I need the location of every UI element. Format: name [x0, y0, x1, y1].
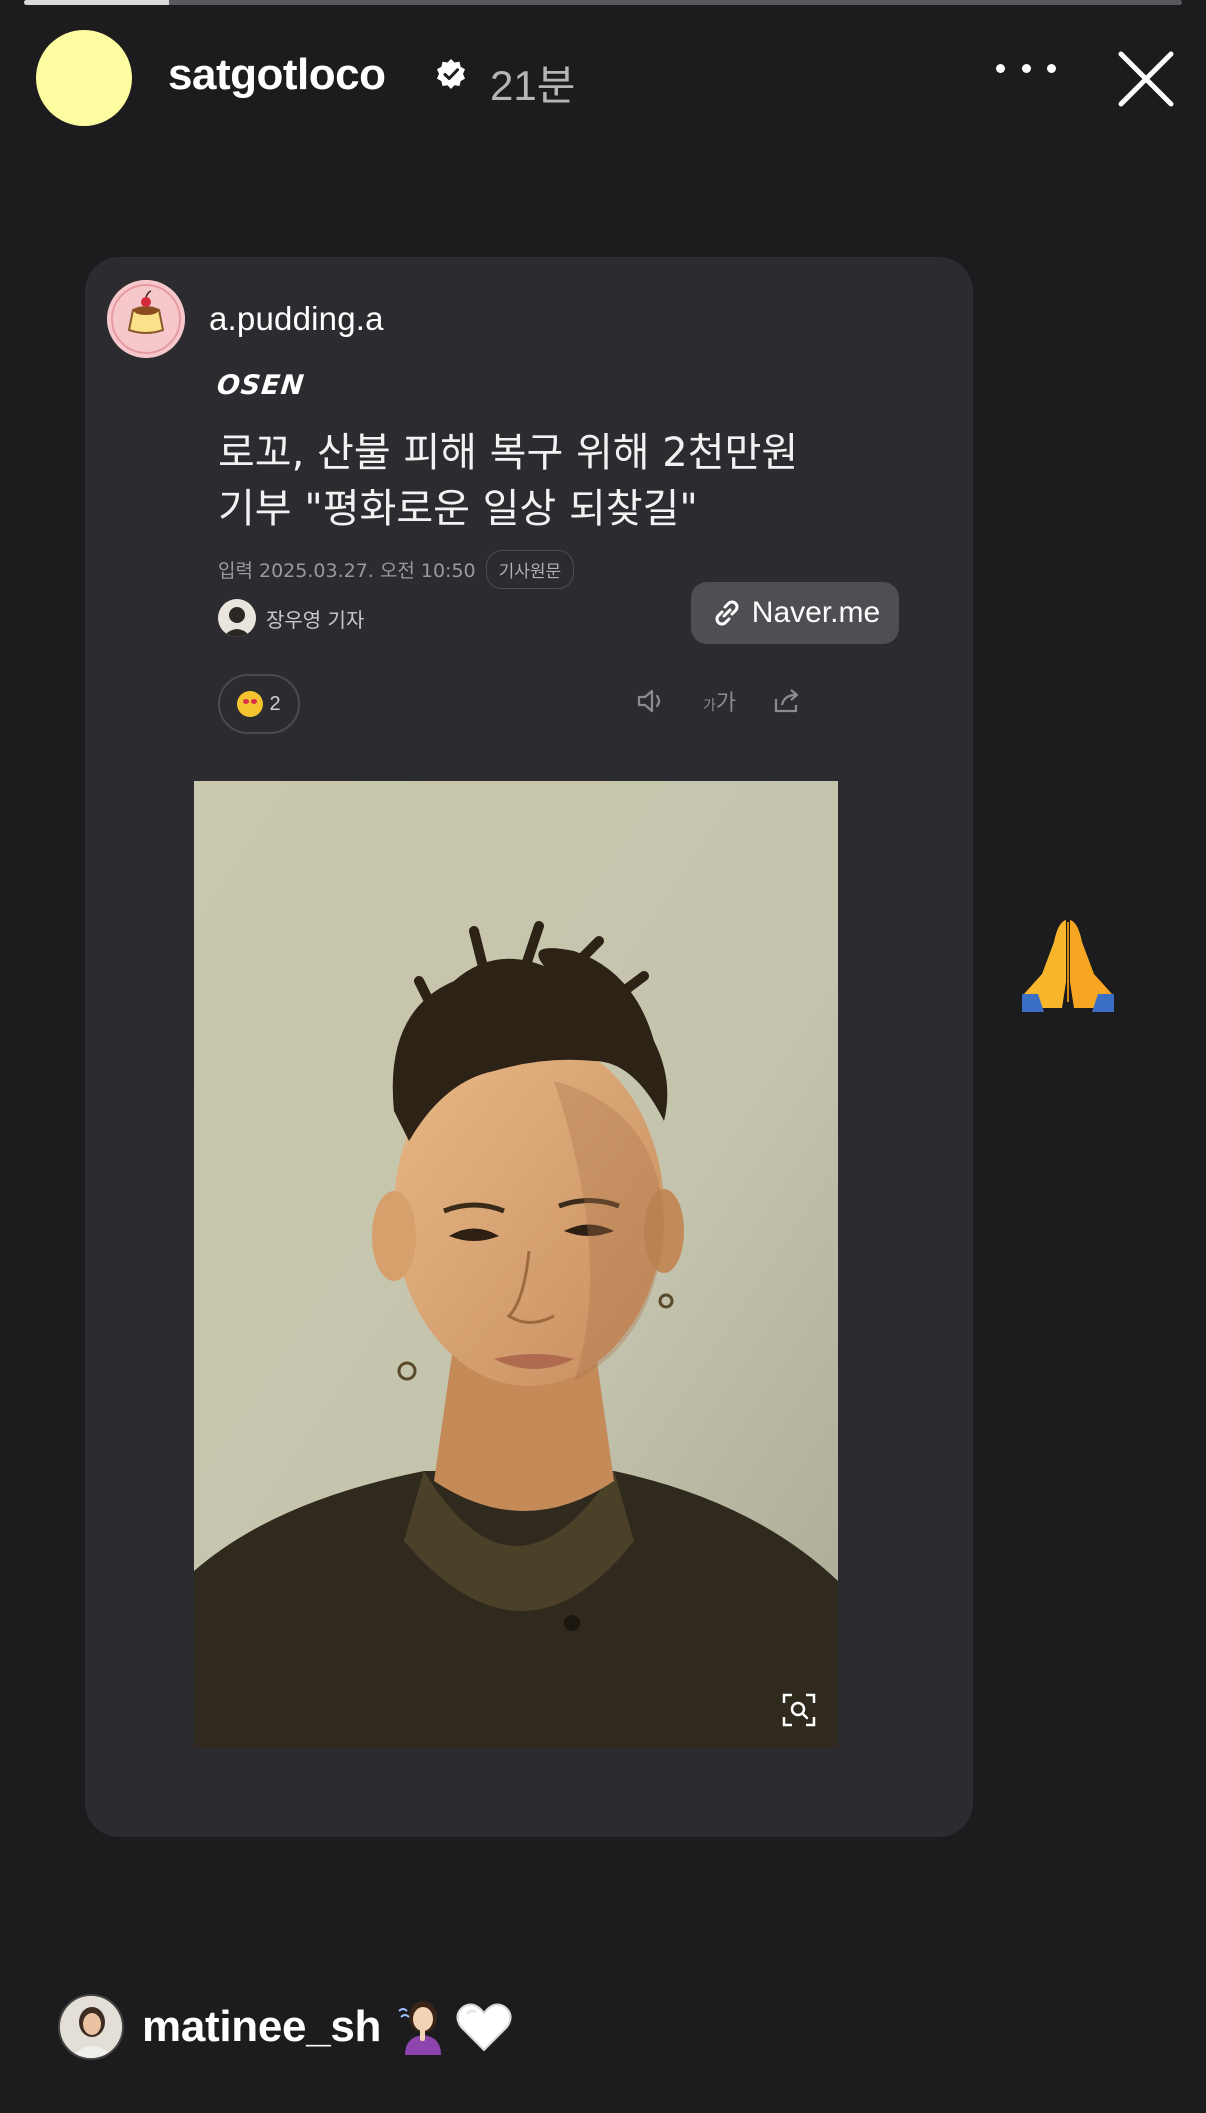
- folded-hands-emoji-icon: [1022, 920, 1114, 1012]
- link-icon: [715, 600, 739, 626]
- font-size-small-label: 가: [703, 698, 716, 714]
- mention-avatar[interactable]: [58, 1994, 124, 2060]
- original-article-button[interactable]: 기사원문: [485, 550, 575, 589]
- mention-username[interactable]: matinee_sh: [142, 2002, 381, 2052]
- close-icon[interactable]: [1115, 48, 1177, 110]
- font-size-large-label: 가: [715, 691, 737, 716]
- article-date: 입력 2025.03.27. 오전 10:50 기사원문: [218, 550, 575, 589]
- link-sticker[interactable]: Naver.me: [691, 582, 899, 644]
- article-date-text: 입력 2025.03.27. 오전 10:50: [218, 560, 476, 582]
- shared-post-username[interactable]: a.pudding.a: [209, 300, 384, 338]
- article-toolbar: 가가: [635, 685, 804, 717]
- shared-post-card[interactable]: a.pudding.a OSEN 로꼬, 산불 피해 복구 위해 2천만원 기부…: [85, 257, 973, 1837]
- font-size-icon[interactable]: 가가: [703, 685, 736, 717]
- article-headline: 로꼬, 산불 피해 복구 위해 2천만원 기부 "평화로운 일상 되찾길": [218, 425, 838, 537]
- shushing-person-emoji-icon: [398, 2001, 442, 2055]
- pudding-logo-icon: [107, 280, 185, 358]
- reporter-info: 장우영 기자: [218, 599, 364, 637]
- article-photo[interactable]: [194, 781, 838, 1747]
- publisher-logo: OSEN: [215, 370, 307, 401]
- more-options-icon[interactable]: [996, 56, 1056, 80]
- share-icon[interactable]: [770, 687, 804, 715]
- story-progress-fill: [24, 0, 169, 5]
- post-time: 21분: [490, 62, 576, 109]
- mention-emojis: [395, 1997, 513, 2057]
- white-heart-emoji-icon: [456, 2003, 512, 2052]
- author-username[interactable]: satgotloco: [168, 50, 386, 100]
- reaction-count: 2: [269, 692, 281, 715]
- portrait-illustration: [194, 781, 838, 1747]
- reporter-name: 장우영 기자: [266, 607, 365, 632]
- headline-line-2: 기부 "평화로운 일상 되찾길": [218, 486, 698, 532]
- author-avatar[interactable]: [36, 30, 132, 126]
- mention-row[interactable]: matinee_sh: [58, 1994, 513, 2060]
- heart-eyes-emoji-icon: [237, 691, 264, 717]
- story-progress-bar: [24, 0, 1182, 5]
- shared-post-avatar[interactable]: [107, 280, 185, 358]
- reaction-button[interactable]: 2: [218, 674, 300, 734]
- reporter-avatar: [218, 599, 256, 637]
- link-sticker-label: Naver.me: [751, 596, 881, 629]
- speaker-icon[interactable]: [635, 687, 669, 715]
- verified-badge-icon: [437, 59, 465, 89]
- headline-line-1: 로꼬, 산불 피해 복구 위해 2천만원: [218, 430, 799, 476]
- zoom-image-icon[interactable]: [782, 1693, 816, 1727]
